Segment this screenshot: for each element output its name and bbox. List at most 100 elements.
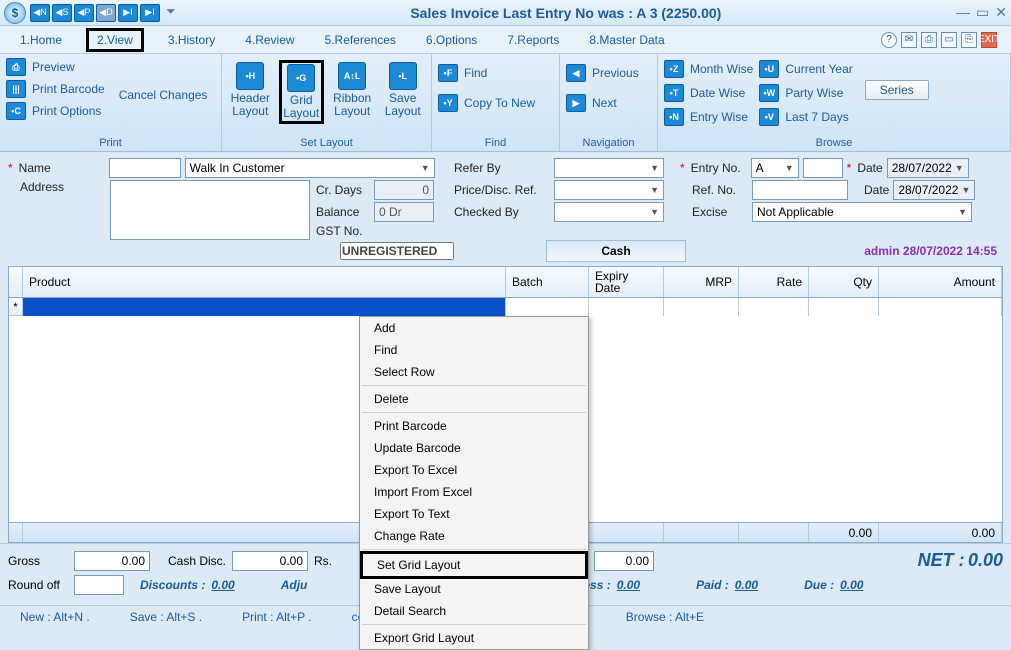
mail-icon[interactable]: ✉: [901, 32, 917, 48]
ctx-find[interactable]: Find: [360, 339, 588, 361]
ctx-export-to-text[interactable]: Export To Text: [360, 503, 588, 525]
chevron-down-icon: ▼: [955, 163, 964, 173]
cell-batch[interactable]: [506, 298, 589, 316]
ctx-update-barcode[interactable]: Update Barcode: [360, 437, 588, 459]
party-wise-button[interactable]: •WParty Wise: [759, 84, 852, 102]
find-icon: •F: [438, 64, 458, 82]
exit-icon[interactable]: EXIT: [981, 32, 997, 48]
qat-btn[interactable]: ▶I: [118, 4, 138, 22]
ctx-import-from-excel[interactable]: Import From Excel: [360, 481, 588, 503]
roundoff-value[interactable]: [74, 575, 124, 595]
qat-dropdown-icon[interactable]: ⏷: [166, 4, 176, 22]
last7days-button[interactable]: •VLast 7 Days: [759, 108, 852, 126]
qat-btn[interactable]: ◀N: [30, 4, 50, 22]
menu-history[interactable]: 3.History: [162, 29, 221, 51]
next-icon: ▶: [566, 94, 586, 112]
qat-btn[interactable]: ◀P: [74, 4, 94, 22]
checkedby-combo[interactable]: ▼: [554, 202, 664, 222]
address-input[interactable]: [110, 180, 310, 240]
cancel-changes-button[interactable]: Cancel Changes: [119, 88, 208, 102]
cell-amount[interactable]: [879, 298, 1002, 316]
maximize-icon[interactable]: ▭: [976, 4, 989, 21]
window-icon[interactable]: ▭: [941, 32, 957, 48]
ctx-add[interactable]: Add: [360, 317, 588, 339]
cell-expiry[interactable]: [589, 298, 664, 316]
menu-view[interactable]: 2.View: [86, 28, 144, 52]
find-button[interactable]: •FFind: [438, 64, 487, 82]
cell-rate[interactable]: [739, 298, 809, 316]
month-wise-button[interactable]: •ZMonth Wise: [664, 60, 753, 78]
col-qty[interactable]: Qty: [809, 267, 879, 297]
col-rate[interactable]: Rate: [739, 267, 809, 297]
date-wise-button[interactable]: •TDate Wise: [664, 84, 753, 102]
menu-references[interactable]: 5.References: [319, 29, 402, 51]
cashdisc-value[interactable]: 0.00: [232, 551, 308, 571]
ctx-delete[interactable]: Delete: [360, 388, 588, 410]
menu-review[interactable]: 4.Review: [239, 29, 300, 51]
export-icon[interactable]: ⎘: [961, 32, 977, 48]
col-amount[interactable]: Amount: [879, 267, 1002, 297]
ctx-change-rate[interactable]: Change Rate: [360, 525, 588, 547]
next-button[interactable]: ▶Next: [566, 94, 617, 112]
series-button[interactable]: Series: [865, 80, 929, 100]
entry-wise-button[interactable]: •NEntry Wise: [664, 108, 753, 126]
current-year-button[interactable]: •UCurrent Year: [759, 60, 852, 78]
shortcut-print: Print : Alt+P .: [242, 610, 311, 624]
menu-reports[interactable]: 7.Reports: [501, 29, 565, 51]
menu-options[interactable]: 6.Options: [420, 29, 483, 51]
grid-layout-button[interactable]: •GGridLayout: [279, 60, 324, 124]
ribbon: ⎙Preview |||Print Barcode •CPrint Option…: [0, 54, 1011, 152]
ctx-print-barcode[interactable]: Print Barcode: [360, 415, 588, 437]
ctx-select-row[interactable]: Select Row: [360, 361, 588, 383]
ribbon-layout-button[interactable]: A↕LRibbonLayout: [330, 60, 375, 120]
qat-btn[interactable]: ◀S: [52, 4, 72, 22]
col-mrp[interactable]: MRP: [664, 267, 739, 297]
ctx-detail-search[interactable]: Detail Search: [360, 600, 588, 622]
menu-masterdata[interactable]: 8.Master Data: [583, 29, 670, 51]
print-barcode-button[interactable]: |||Print Barcode: [6, 80, 105, 98]
name-combo[interactable]: Walk In Customer▼: [185, 158, 435, 178]
col-batch[interactable]: Batch: [506, 267, 589, 297]
print-icon[interactable]: ⎙: [921, 32, 937, 48]
ctx-save-layout[interactable]: Save Layout: [360, 578, 588, 600]
addless-value: 0.00: [617, 578, 640, 592]
cell-product[interactable]: [23, 298, 506, 316]
col-product[interactable]: Product: [23, 267, 506, 297]
close-icon[interactable]: ✕: [995, 4, 1007, 21]
date1-field[interactable]: 28/07/2022▼: [887, 158, 969, 178]
timestamp: admin 28/07/2022 14:55: [864, 244, 997, 258]
minimize-icon[interactable]: —: [956, 4, 970, 21]
ctx-export-grid-layout[interactable]: Export Grid Layout: [360, 627, 588, 649]
help-icon[interactable]: ?: [881, 32, 897, 48]
referby-combo[interactable]: ▼: [554, 158, 664, 178]
net-label: NET :: [918, 550, 965, 570]
grid-row-new[interactable]: *: [9, 298, 1002, 316]
balance-label: Balance: [316, 205, 370, 219]
header-layout-button[interactable]: •HHeaderLayout: [228, 60, 273, 120]
name-code-input[interactable]: [109, 158, 181, 178]
qat-btn[interactable]: ◀D: [96, 4, 116, 22]
ctx-export-to-excel[interactable]: Export To Excel: [360, 459, 588, 481]
menu-home[interactable]: 1.Home: [14, 29, 68, 51]
refno-input[interactable]: [752, 180, 848, 200]
ribbon-layout-icon: A↕L: [338, 62, 366, 90]
qat-btn[interactable]: ▶I: [140, 4, 160, 22]
print-options-button[interactable]: •CPrint Options: [6, 102, 105, 120]
ribbon-group-find: •FFind •YCopy To New Find: [432, 54, 560, 151]
addless-box[interactable]: 0.00: [594, 551, 654, 571]
pricedisc-combo[interactable]: ▼: [554, 180, 664, 200]
copy-to-new-button[interactable]: •YCopy To New: [438, 94, 535, 112]
date-wise-icon: •T: [664, 84, 684, 102]
save-layout-button[interactable]: •LSaveLayout: [380, 60, 425, 120]
previous-button[interactable]: ◀Previous: [566, 64, 639, 82]
ctx-set-grid-layout[interactable]: Set Grid Layout: [360, 551, 588, 579]
chevron-down-icon: ▼: [650, 207, 659, 217]
preview-button[interactable]: ⎙Preview: [6, 58, 105, 76]
entry-series-combo[interactable]: A▼: [751, 158, 799, 178]
cell-qty[interactable]: [809, 298, 879, 316]
date2-field[interactable]: 28/07/2022▼: [893, 180, 975, 200]
col-expiry[interactable]: Expiry Date: [589, 267, 664, 297]
excise-combo[interactable]: Not Applicable▼: [752, 202, 972, 222]
cell-mrp[interactable]: [664, 298, 739, 316]
entryno-input[interactable]: [803, 158, 843, 178]
